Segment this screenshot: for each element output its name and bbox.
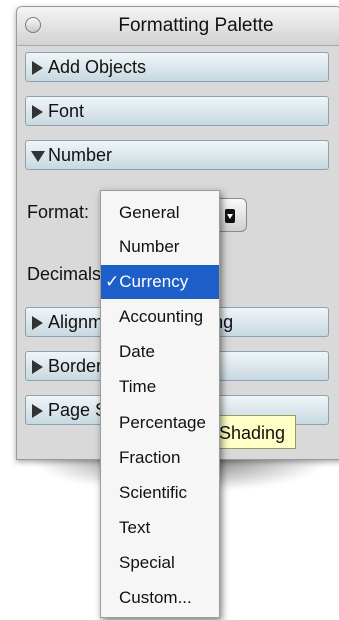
checkmark-icon: ✓ [105,272,120,291]
menu-item-special[interactable]: Special [101,546,219,580]
menu-item-text[interactable]: Text [101,511,219,545]
decimals-label: Decimals: [27,264,107,284]
disclosure-right-icon [32,61,43,75]
menu-item-date[interactable]: Date [101,335,219,369]
menu-item-custom[interactable]: Custom... [101,581,219,615]
section-label: Number [48,145,113,165]
menu-item-percentage[interactable]: Percentage [101,406,219,440]
disclosure-right-icon [32,316,43,330]
menu-item-number[interactable]: Number [101,230,219,264]
disclosure-down-icon [31,151,45,162]
disclosure-right-icon [32,360,43,374]
menu-item-accounting[interactable]: Accounting [101,300,219,334]
section-font[interactable]: Font [25,96,329,126]
section-label: Font [48,101,85,121]
popup-arrows-icon [225,209,235,223]
format-popup-menu[interactable]: General Number ✓Currency Accounting Date… [100,190,220,618]
menu-item-time[interactable]: Time [101,370,219,404]
disclosure-right-icon [32,404,43,418]
menu-item-general[interactable]: General [101,196,219,230]
menu-item-label: Currency [119,272,189,291]
menu-item-fraction[interactable]: Fraction [101,441,219,475]
disclosure-right-icon [32,105,43,119]
menu-item-currency[interactable]: ✓Currency [101,265,219,299]
section-number[interactable]: Number [25,140,329,170]
close-button[interactable] [25,17,41,33]
section-label: Add Objects [48,57,147,77]
format-label: Format: [27,202,90,222]
section-add-objects[interactable]: Add Objects [25,52,329,82]
menu-item-scientific[interactable]: Scientific [101,476,219,510]
window-title: Formatting Palette [118,15,274,36]
title-bar[interactable]: Formatting Palette [17,7,339,46]
tooltip: Shading [216,415,296,449]
